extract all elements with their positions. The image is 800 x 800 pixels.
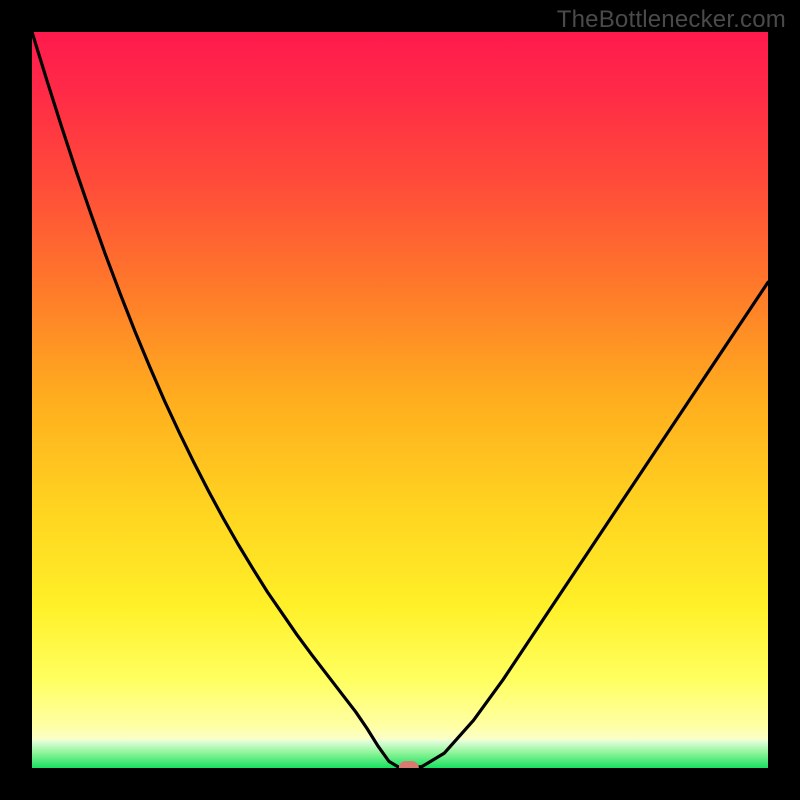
chart-svg: [32, 32, 768, 768]
chart-frame: TheBottlenecker.com: [0, 0, 800, 800]
plot-area: [32, 32, 768, 768]
watermark-text: TheBottlenecker.com: [557, 6, 786, 34]
